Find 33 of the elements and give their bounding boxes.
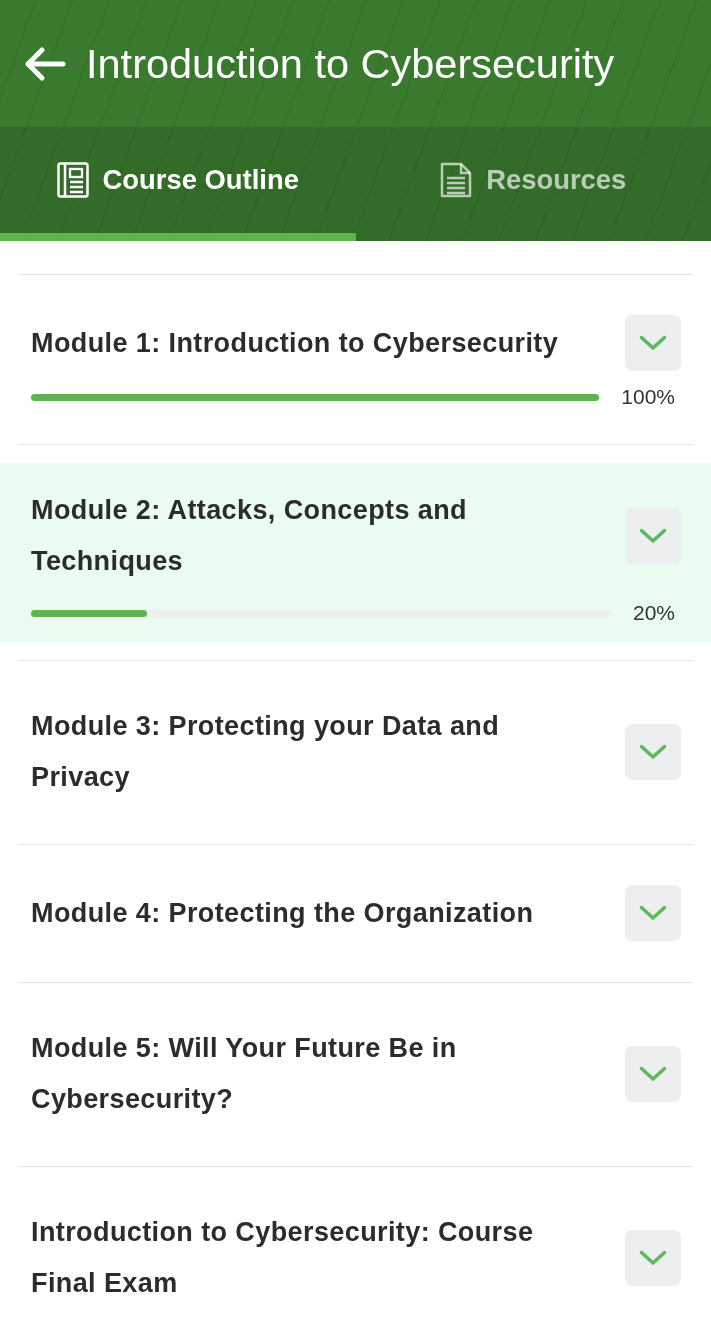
- back-button[interactable]: [24, 45, 66, 82]
- expand-button[interactable]: [625, 315, 681, 371]
- page-title: Introduction to Cybersecurity: [86, 38, 615, 89]
- module-title: Introduction to Cybersecurity: Course Final Exam: [31, 1216, 535, 1300]
- document-icon: [440, 162, 473, 198]
- module-title: Module 2: Attacks, Concepts and Techniques: [31, 494, 468, 578]
- chevron-down-icon: [639, 744, 667, 760]
- module-title: Module 5: Will Your Future Be in Cybersecurity?: [31, 1032, 458, 1116]
- tab[interactable]: Resources: [355, 127, 711, 241]
- expand-button[interactable]: [625, 1046, 681, 1102]
- module-title: Module 1: Introduction to Cybersecurity: [31, 326, 560, 360]
- expand-button[interactable]: [625, 885, 681, 941]
- module-row[interactable]: Module 5: Will Your Future Be in Cybersecurity?: [0, 1001, 711, 1148]
- tab[interactable]: Course Outline: [0, 127, 356, 241]
- module-title: Module 3: Protecting your Data and Privacy: [31, 710, 501, 794]
- module-title: Module 4: Protecting the Organization: [31, 896, 535, 930]
- progress-percent: 20%: [632, 601, 675, 625]
- progress-percent: 100%: [621, 385, 675, 409]
- expand-button[interactable]: [625, 1230, 681, 1286]
- module-row[interactable]: Module 4: Protecting the Organization: [0, 863, 711, 964]
- notebook-icon: [56, 162, 89, 198]
- chevron-down-icon: [639, 1250, 667, 1266]
- expand-button[interactable]: [625, 508, 681, 564]
- module-row[interactable]: Module 1: Introduction to Cybersecurity 100%: [0, 293, 711, 426]
- chevron-down-icon: [639, 905, 667, 921]
- expand-button[interactable]: [625, 724, 681, 780]
- module-row[interactable]: Module 3: Protecting your Data and Privacy: [0, 679, 711, 826]
- chevron-down-icon: [639, 1066, 667, 1082]
- module-row[interactable]: Module 2: Attacks, Concepts and Techniques 20%: [0, 463, 711, 642]
- module-row[interactable]: Introduction to Cybersecurity: Course Final Exam: [0, 1185, 711, 1332]
- chevron-down-icon: [639, 528, 667, 544]
- back-arrow-icon: [24, 45, 66, 82]
- chevron-down-icon: [639, 335, 667, 351]
